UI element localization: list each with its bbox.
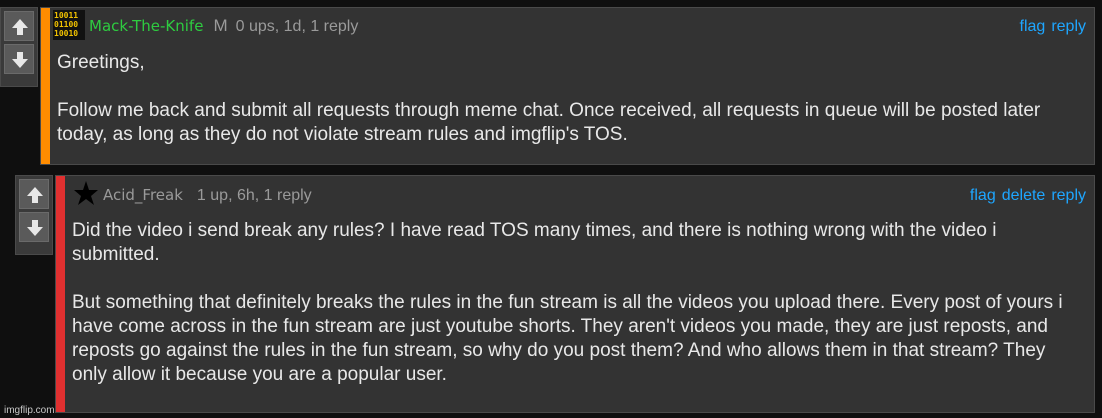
downvote-button[interactable]	[19, 212, 49, 242]
svg-text:01100: 01100	[54, 20, 78, 29]
watermark: imgflip.com	[4, 405, 55, 416]
flag-link[interactable]: flag	[970, 187, 996, 204]
up-arrow-icon	[12, 19, 28, 35]
vote-column-1	[0, 7, 38, 87]
comment-2: Acid_Freak 1 up, 6h, 1 reply flag delete re…	[55, 175, 1095, 413]
down-arrow-icon	[12, 52, 28, 68]
username[interactable]: Acid_Freak	[103, 186, 183, 204]
comment-1: 10011 01100 10010 Mack-The-Knife M 0 ups, …	[40, 7, 1095, 165]
comment-meta: 1 up, 6h, 1 reply	[196, 187, 312, 204]
comment-body: Did the video i send break any rules? I …	[72, 219, 1077, 387]
comment-header: Acid_Freak 1 up, 6h, 1 reply	[103, 186, 312, 205]
upvote-button[interactable]	[19, 179, 49, 209]
star-icon[interactable]	[73, 180, 99, 206]
comment-actions: flag delete reply	[964, 187, 1086, 205]
comment-body: Greetings, Follow me back and submit all…	[57, 51, 1092, 147]
up-arrow-icon	[27, 187, 43, 203]
comment-paragraph: Greetings,	[57, 52, 145, 73]
comment-accent-bar	[41, 8, 50, 164]
downvote-button[interactable]	[4, 44, 34, 74]
vote-column-2	[15, 175, 53, 255]
svg-text:10011: 10011	[54, 11, 78, 20]
svg-text:10010: 10010	[54, 29, 78, 38]
upvote-button[interactable]	[4, 11, 34, 41]
username[interactable]: Mack-The-Knife	[89, 17, 203, 35]
reply-link[interactable]: reply	[1051, 18, 1086, 35]
comment-meta: 0 ups, 1d, 1 reply	[235, 18, 359, 35]
comment-actions: flag reply	[1014, 18, 1086, 36]
moderator-badge: M	[213, 16, 228, 35]
comment-paragraph: Did the video i send break any rules? I …	[72, 220, 997, 265]
flag-link[interactable]: flag	[1020, 18, 1046, 35]
down-arrow-icon	[27, 220, 43, 236]
comment-paragraph: Follow me back and submit all requests t…	[57, 100, 1041, 145]
delete-link[interactable]: delete	[1002, 187, 1046, 204]
comment-header: Mack-The-Knife M 0 ups, 1d, 1 reply	[89, 16, 358, 36]
reply-link[interactable]: reply	[1051, 187, 1086, 204]
binary-avatar-icon[interactable]: 10011 01100 10010	[53, 10, 85, 40]
comment-paragraph: But something that definitely breaks the…	[72, 292, 1063, 385]
comment-accent-bar	[56, 176, 65, 412]
